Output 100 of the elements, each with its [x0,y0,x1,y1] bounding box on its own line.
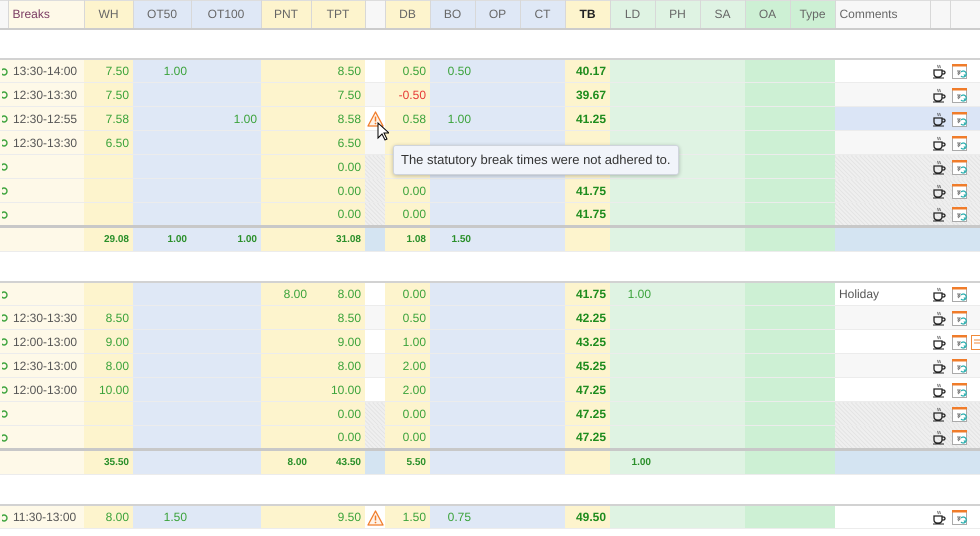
column-header[interactable]: BO [430,0,475,28]
table-cell: 0.00 [385,402,430,426]
table-cell [520,402,565,426]
table-cell: 0.00 [385,282,430,306]
calendar-icon[interactable] [952,382,967,398]
column-header[interactable]: CT [520,0,565,28]
table-cell [790,282,835,306]
document-icon[interactable] [971,334,980,350]
calendar-icon[interactable] [952,88,967,103]
coffee-cup-icon[interactable] [932,184,947,199]
table-cell [790,82,835,106]
table-cell [261,378,311,402]
column-header[interactable]: OA [745,0,790,28]
table-cell [191,282,261,306]
calendar-icon[interactable] [952,160,967,175]
table-cell [745,330,790,354]
calendar-icon[interactable] [952,112,967,127]
column-header[interactable]: OP [475,0,520,28]
calendar-icon[interactable] [952,406,967,422]
table-cell [520,178,565,202]
column-header[interactable]: TB [565,0,610,28]
table-cell: 0.00 [311,154,365,178]
coffee-cup-icon[interactable] [932,430,947,446]
table-cell: 10.00 [311,378,365,402]
coffee-cup-icon[interactable] [932,406,947,422]
column-header[interactable]: Comments [835,0,930,28]
table-cell [790,306,835,330]
table-cell [261,330,311,354]
coffee-cup-icon[interactable] [932,334,947,350]
total-cell: 8.00 [261,450,311,474]
table-cell: 12:30-13:30 [8,82,84,106]
calendar-icon[interactable] [952,136,967,151]
tooltip: The statutory break times were not adhered to. [393,145,679,174]
table-cell [191,402,261,426]
coffee-cup-icon[interactable] [932,136,947,151]
column-header[interactable]: OT100 [191,0,261,28]
coffee-cup-icon[interactable] [932,382,947,398]
table-cell: 40.17 [565,58,610,82]
table-cell: 0.00 [311,178,365,202]
calendar-icon[interactable] [952,287,967,302]
table-cell [745,354,790,378]
table-cell [745,82,790,106]
column-header[interactable]: PH [655,0,700,28]
table-cell [520,504,565,528]
calendar-icon[interactable] [952,207,967,222]
coffee-cup-icon[interactable] [932,64,947,80]
table-cell: 13:30-14:00 [8,58,84,82]
total-cell: 1.00 [133,226,191,252]
table-cell: 8.00 [311,354,365,378]
table-cell: 0.00 [311,202,365,226]
calendar-icon[interactable] [952,430,967,446]
table-cell: 11:30-13:00 [8,504,84,528]
table-cell [84,178,133,202]
coffee-cup-icon[interactable] [932,112,947,127]
column-header[interactable]: LD [610,0,655,28]
coffee-cup-icon[interactable] [932,88,947,103]
table-cell [261,82,311,106]
table-cell [191,130,261,154]
table-cell: 1.00 [430,106,475,130]
calendar-icon[interactable] [952,510,967,526]
table-cell: 9.50 [311,504,365,528]
calendar-icon[interactable] [952,64,967,80]
table-cell [520,306,565,330]
table-cell [700,178,745,202]
table-cell: 8.00 [84,504,133,528]
total-cell: 1.50 [430,226,475,252]
coffee-cup-icon[interactable] [932,287,947,302]
column-header[interactable]: Breaks [8,0,84,28]
column-header[interactable]: OT50 [133,0,191,28]
calendar-icon[interactable] [952,184,967,199]
calendar-icon[interactable] [952,358,967,374]
coffee-cup-icon[interactable] [932,310,947,326]
table-cell: -0.50 [385,82,430,106]
calendar-icon[interactable] [952,310,967,326]
coffee-cup-icon[interactable] [932,510,947,526]
column-header[interactable]: DB [385,0,430,28]
table-cell [790,178,835,202]
table-cell [133,378,191,402]
column-header[interactable]: Type [790,0,835,28]
column-header[interactable]: PNT [261,0,311,28]
table-cell: 9.00 [311,330,365,354]
table-cell [790,504,835,528]
total-cell: 43.50 [311,450,365,474]
table-cell [610,306,655,330]
table-cell [191,154,261,178]
table-cell [191,354,261,378]
table-cell: 8.50 [311,58,365,82]
coffee-cup-icon[interactable] [932,207,947,222]
table-cell: 47.25 [565,402,610,426]
table-cell [430,330,475,354]
coffee-cup-icon[interactable] [932,160,947,175]
column-header[interactable]: SA [700,0,745,28]
calendar-icon[interactable] [952,334,967,350]
table-cell [790,130,835,154]
column-header[interactable]: WH [84,0,133,28]
coffee-cup-icon[interactable] [932,358,947,374]
total-cell: 1.00 [191,226,261,252]
column-header[interactable]: TPT [311,0,365,28]
table-cell [430,178,475,202]
table-cell [790,378,835,402]
